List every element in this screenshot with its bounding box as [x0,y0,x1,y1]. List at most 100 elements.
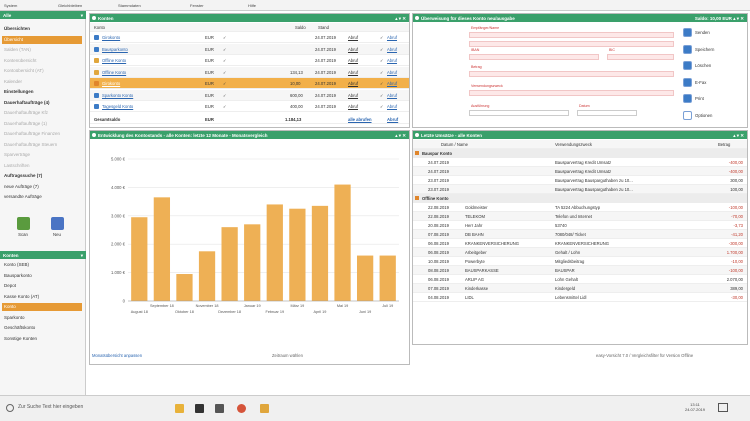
transfer-action-button[interactable]: Senden [681,26,731,40]
account-row[interactable]: Offline Konto EUR ✓ 24.07.2019 Abruf ✓ Abruf [90,55,409,66]
panel-controls-icon[interactable]: ▴ ▾ ✕ [733,16,744,21]
sidebar-item[interactable]: Einstellungen [2,88,82,96]
sidebar-item[interactable]: Dauerhaftaufträge (4) [2,99,82,107]
transaction-row[interactable]: 07.08.2019 Kinderkasse Kindergeld 389,00 [413,284,747,293]
panel-controls-icon[interactable]: ▴ ▾ ✕ [395,133,406,139]
sidebar-item[interactable]: Kontenübersicht [2,57,82,65]
fetch-link[interactable]: Abruf [348,47,358,52]
fetch-link[interactable]: Abruf [348,104,358,109]
fetch-link[interactable]: Abruf [387,47,397,52]
bar-nov-18[interactable] [198,251,216,301]
fetch-link[interactable]: Abruf [387,104,397,109]
bar-mai-19[interactable] [334,184,351,301]
account-item[interactable]: Konto (SEB) [2,261,82,269]
transaction-group[interactable]: Offline Konto [413,194,747,203]
transaction-row[interactable]: 04.08.2019 LIDL Lebensmittel Lidl -30,00 [413,293,747,302]
checkbox[interactable]: ✓ [380,93,384,98]
bar-dez-18[interactable] [221,227,238,301]
execution-field[interactable] [469,110,569,116]
sidebar-tool-button[interactable]: Neu [42,216,72,244]
account-item[interactable]: Konto [2,303,82,311]
sidebar-item[interactable]: Kalender [2,78,82,86]
menu-item[interactable]: Hilfe [248,3,256,8]
fetch-link[interactable]: Abruf [348,35,358,40]
transfer-action-button[interactable]: Print [681,92,731,106]
transfer-action-button[interactable]: E-Fax [681,76,731,90]
date-field[interactable] [577,110,637,116]
bar-jan-19[interactable] [244,224,261,301]
bar-sep-18[interactable] [153,197,171,301]
sidebar-item[interactable]: neue Aufträge (7) [2,183,82,191]
account-item[interactable]: Sparkonto [2,314,82,322]
fetch-link[interactable]: Abruf [348,93,358,98]
taskbar-search-input[interactable]: Zur Suche Text hier eingeben [18,404,83,410]
sidebar-item[interactable]: Dauerhaftaufträge Steuern [2,141,82,149]
iban-field[interactable] [469,54,599,60]
panel-controls-icon[interactable]: ▴ ▾ ✕ [395,16,406,22]
period-select[interactable]: Zeitraum wählen [272,353,303,358]
fetch-link[interactable]: Abruf [387,81,397,86]
browser-icon[interactable] [237,404,246,413]
fetch-link[interactable]: Abruf [387,70,397,75]
mail-icon[interactable] [215,404,224,413]
fetch-link[interactable]: Abruf [387,35,397,40]
bar-okt-18[interactable] [176,274,193,301]
account-row[interactable]: Tagesgeld Konto EUR ✓ 400,00 24.07.2019 Abruf… [90,101,409,112]
transfer-action-button[interactable]: Löschen [681,59,731,73]
transaction-row[interactable]: 24.07.2019 Bausparvertrag Kredit Umsatz -4… [413,158,747,167]
menu-item[interactable]: Fenster [190,3,204,8]
panel-controls-icon[interactable]: ▴ ▾ ✕ [733,133,744,139]
transaction-row[interactable]: 06.08.2019 KRANKENVERSICHERUNG KRANKENVERS… [413,239,747,248]
transaction-row[interactable]: 10.08.2019 Powerbyte Mitgliedsbeitrag -10,0… [413,257,747,266]
chevron-down-icon[interactable]: ▾ [81,13,83,19]
bic-field[interactable] [607,54,674,60]
sidebar-tool-button[interactable]: Scan [8,216,38,244]
checkbox[interactable]: ✓ [380,35,384,40]
bar-mär-19[interactable] [289,208,306,301]
purpose-field[interactable] [469,90,674,96]
account-row[interactable]: Offline Konto EUR ✓ 134,13 24.07.2019 Abruf ✓ A… [90,66,409,78]
fetch-link[interactable]: Abruf [348,58,358,63]
transaction-row[interactable]: 07.08.2019 DB BAHN 7080/048/ Ticket -41,20 [413,230,747,239]
search-icon[interactable] [6,404,14,412]
transaction-row[interactable]: 06.08.2019 Arbeitgeber Gehalt / Lohn 1.700,… [413,248,747,257]
transfer-action-button[interactable]: Optionen [681,109,731,123]
transaction-row[interactable]: 22.08.2019 Goldmeister TA 5224 Abbuchungst… [413,203,747,212]
account-row[interactable]: Sparkonto Konto EUR ✓ 600,00 24.07.2019 Abruf… [90,89,409,101]
account-item[interactable]: Depot [2,282,82,290]
sidebar-item[interactable]: Sparverträge [2,151,82,159]
fetch-link[interactable]: Abruf [387,93,397,98]
bar-aug-18[interactable] [131,217,148,301]
sidebar-item[interactable]: Übersichten [2,25,82,33]
fetch-link[interactable]: Abruf [348,70,358,75]
menu-item[interactable]: Gleichbleiben [58,3,82,8]
transaction-row[interactable]: 08.08.2019 BAUSPARKASSE BAUSPAR -100,00 [413,266,747,275]
checkbox[interactable]: ✓ [380,47,384,52]
app-icon[interactable] [260,404,269,413]
account-row[interactable]: Bauspar­konto EUR ✓ 24.07.2019 Abruf ✓ Abruf [90,43,409,55]
transaction-row[interactable]: 23.07.2019 Bausparvertrag Bausparguthaben… [413,185,747,194]
fetch-all-link[interactable]: alle abrufen [348,117,372,122]
transaction-row[interactable]: 20.08.2019 Herr Jahr 53740 -3,73 [413,221,747,230]
sidebar-item[interactable]: versandte Aufträge [2,193,82,201]
store-icon[interactable] [195,404,204,413]
folder-icon[interactable] [175,404,184,413]
bar-feb-19[interactable] [266,204,283,301]
menu-item[interactable]: Stammdaten [118,3,141,8]
sidebar-item[interactable]: Dauerhaftaufträge Finanzen [2,130,82,138]
notification-icon[interactable] [718,403,728,412]
account-item[interactable]: Kasse Konto (AT) [2,293,82,301]
sidebar-item[interactable]: Auftragssuche (7) [2,172,82,180]
account-row[interactable]: Girokonto EUR ✓ 24.07.2019 Abruf ✓ Abruf [90,32,409,43]
sidebar-item[interactable]: Lastschriften [2,162,82,170]
account-row[interactable]: Girokonto EUR ✓ 10,00 24.07.2019 Abruf ✓ Abruf [90,78,409,89]
bar-apr-19[interactable] [311,205,329,301]
sidebar-item[interactable]: Salden (TAN) [2,46,82,54]
menu-item[interactable]: System [4,3,17,8]
transaction-group[interactable]: Bauspar Konto [413,149,747,158]
transaction-row[interactable]: 24.07.2019 Bausparvertrag Kredit Umsatz -4… [413,167,747,176]
transaction-row[interactable]: 22.08.2019 TELEKOM Telefon und Internet -70… [413,212,747,221]
sidebar-item[interactable]: Übersicht [2,35,82,44]
recipient-field-2[interactable] [469,41,674,47]
sidebar-item[interactable]: Dauerhaftaufträge Kfz [2,109,82,117]
